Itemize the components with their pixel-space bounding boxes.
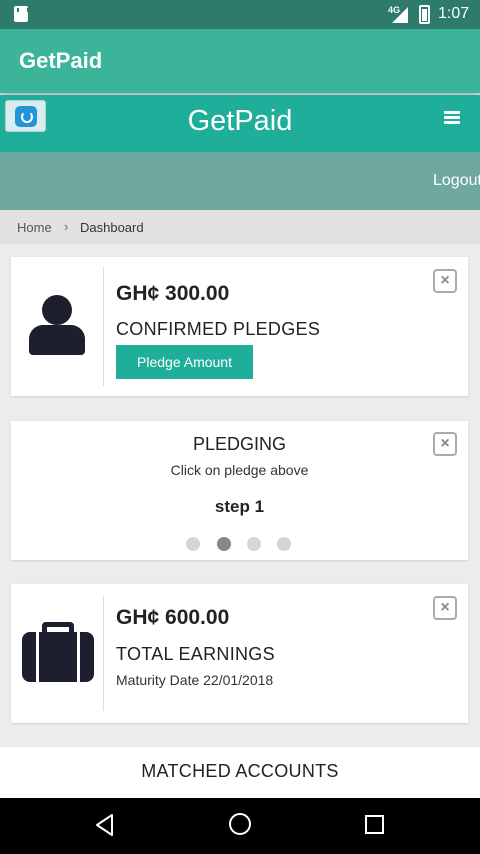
web-header: GetPaid: [0, 95, 480, 152]
step-dot[interactable]: [277, 537, 291, 551]
battery-icon: [419, 5, 430, 24]
breadcrumb-current: Dashboard: [80, 220, 144, 235]
pledges-label: CONFIRMED PLEDGES: [116, 319, 321, 339]
close-icon[interactable]: ×: [433, 596, 457, 620]
app-title: GetPaid: [19, 48, 103, 73]
step-dot[interactable]: [186, 537, 200, 551]
breadcrumb-home[interactable]: Home: [17, 220, 52, 235]
step-dot[interactable]: [217, 537, 231, 551]
step-dot[interactable]: [247, 537, 261, 551]
pledging-step: step 1: [214, 497, 265, 516]
status-bar: 4G 1:07: [0, 0, 480, 29]
matched-accounts-title: MATCHED ACCOUNTS: [141, 761, 339, 781]
brand-title: GetPaid: [187, 105, 293, 137]
pledges-amount: GH¢ 300.00: [116, 282, 230, 305]
back-icon[interactable]: [93, 813, 117, 837]
hamburger-icon[interactable]: [444, 111, 460, 125]
earnings-amount: GH¢ 600.00: [116, 606, 230, 629]
recent-apps-icon[interactable]: [365, 815, 384, 834]
logout-bar: Logout: [0, 152, 480, 210]
user-icon: [29, 295, 85, 357]
pledging-card: PLEDGING Click on pledge above step 1 ×: [11, 421, 468, 560]
close-icon[interactable]: ×: [433, 432, 457, 456]
step-indicator: [186, 537, 306, 551]
clock: 1:07: [438, 5, 470, 22]
breadcrumb-separator: ›: [64, 219, 69, 234]
signal-icon: [392, 7, 408, 23]
pledging-title: PLEDGING: [192, 434, 287, 454]
sd-card-icon: [14, 6, 29, 22]
home-icon[interactable]: [229, 813, 251, 835]
pledge-amount-button[interactable]: Pledge Amount: [116, 345, 253, 379]
confirmed-pledges-card: GH¢ 300.00 CONFIRMED PLEDGES Pledge Amou…: [11, 257, 468, 396]
app-bar: GetPaid: [0, 29, 480, 93]
pledging-subtitle: Click on pledge above: [170, 462, 309, 478]
breadcrumb: Home › Dashboard: [0, 210, 480, 244]
close-icon[interactable]: ×: [433, 269, 457, 293]
maturity-date: Maturity Date 22/01/2018: [116, 672, 274, 688]
total-earnings-card: GH¢ 600.00 TOTAL EARNINGS Maturity Date …: [11, 584, 468, 723]
briefcase-icon: [22, 622, 94, 682]
logout-link[interactable]: Logout: [433, 172, 480, 190]
card-divider: [103, 596, 104, 711]
card-divider: [103, 267, 104, 386]
system-nav-bar: [0, 798, 480, 854]
matched-accounts-section: MATCHED ACCOUNTS: [0, 747, 480, 799]
earnings-label: TOTAL EARNINGS: [116, 644, 275, 664]
